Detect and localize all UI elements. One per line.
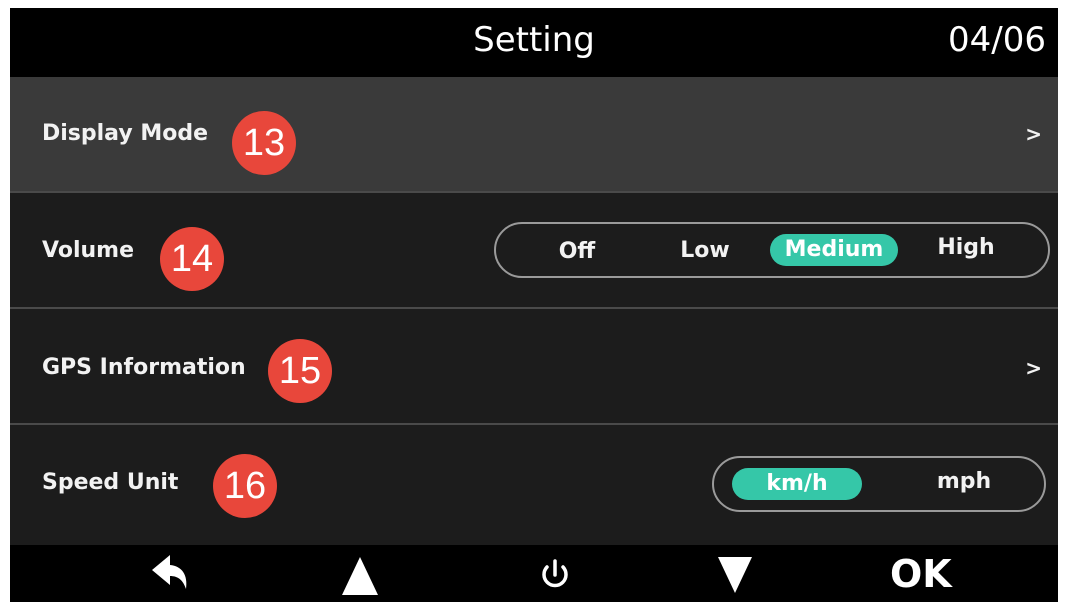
page-indicator: 04/06 bbox=[948, 20, 1046, 60]
callout-badge-15: 15 bbox=[268, 339, 332, 403]
back-arrow-icon bbox=[152, 555, 187, 589]
volume-option-high[interactable]: High bbox=[920, 232, 1012, 264]
callout-badge-13: 13 bbox=[232, 111, 296, 175]
volume-selector: Off Low Medium High bbox=[494, 222, 1050, 278]
chevron-right-icon: > bbox=[1025, 122, 1042, 146]
volume-option-medium[interactable]: Medium bbox=[770, 234, 898, 266]
chevron-right-icon: > bbox=[1025, 356, 1042, 380]
footer-bar: OK bbox=[10, 545, 1058, 602]
setting-label-speed-unit: Speed Unit bbox=[42, 470, 179, 495]
callout-badge-14: 14 bbox=[160, 227, 224, 291]
volume-option-low[interactable]: Low bbox=[668, 235, 742, 267]
header-bar: Setting 04/06 bbox=[10, 8, 1058, 77]
setting-row-volume[interactable]: Volume 14 Off Low Medium High bbox=[10, 193, 1058, 309]
speed-unit-option-kmh[interactable]: km/h bbox=[732, 468, 862, 500]
back-button[interactable] bbox=[130, 545, 210, 602]
down-triangle-icon bbox=[718, 557, 752, 593]
callout-badge-16: 16 bbox=[213, 454, 277, 518]
setting-row-gps-information[interactable]: GPS Information 15 > bbox=[10, 309, 1058, 425]
up-button[interactable] bbox=[320, 545, 400, 602]
speed-unit-option-mph[interactable]: mph bbox=[914, 466, 1014, 498]
page-title: Setting bbox=[473, 20, 595, 60]
power-icon bbox=[542, 559, 568, 588]
ok-label: OK bbox=[890, 552, 952, 596]
down-button[interactable] bbox=[694, 545, 774, 602]
speed-unit-selector: km/h mph bbox=[712, 456, 1046, 512]
power-button[interactable] bbox=[515, 545, 595, 602]
setting-label-gps-information: GPS Information bbox=[42, 355, 246, 380]
setting-row-display-mode[interactable]: Display Mode 13 > bbox=[10, 77, 1058, 193]
up-triangle-icon bbox=[342, 557, 378, 595]
setting-row-speed-unit[interactable]: Speed Unit 16 km/h mph bbox=[10, 425, 1058, 545]
volume-option-off[interactable]: Off bbox=[542, 236, 612, 268]
ok-button[interactable]: OK bbox=[876, 545, 976, 602]
settings-screen: Setting 04/06 Display Mode 13 > Volume 1… bbox=[10, 8, 1058, 602]
setting-label-display-mode: Display Mode bbox=[42, 121, 209, 146]
setting-label-volume: Volume bbox=[42, 238, 134, 263]
